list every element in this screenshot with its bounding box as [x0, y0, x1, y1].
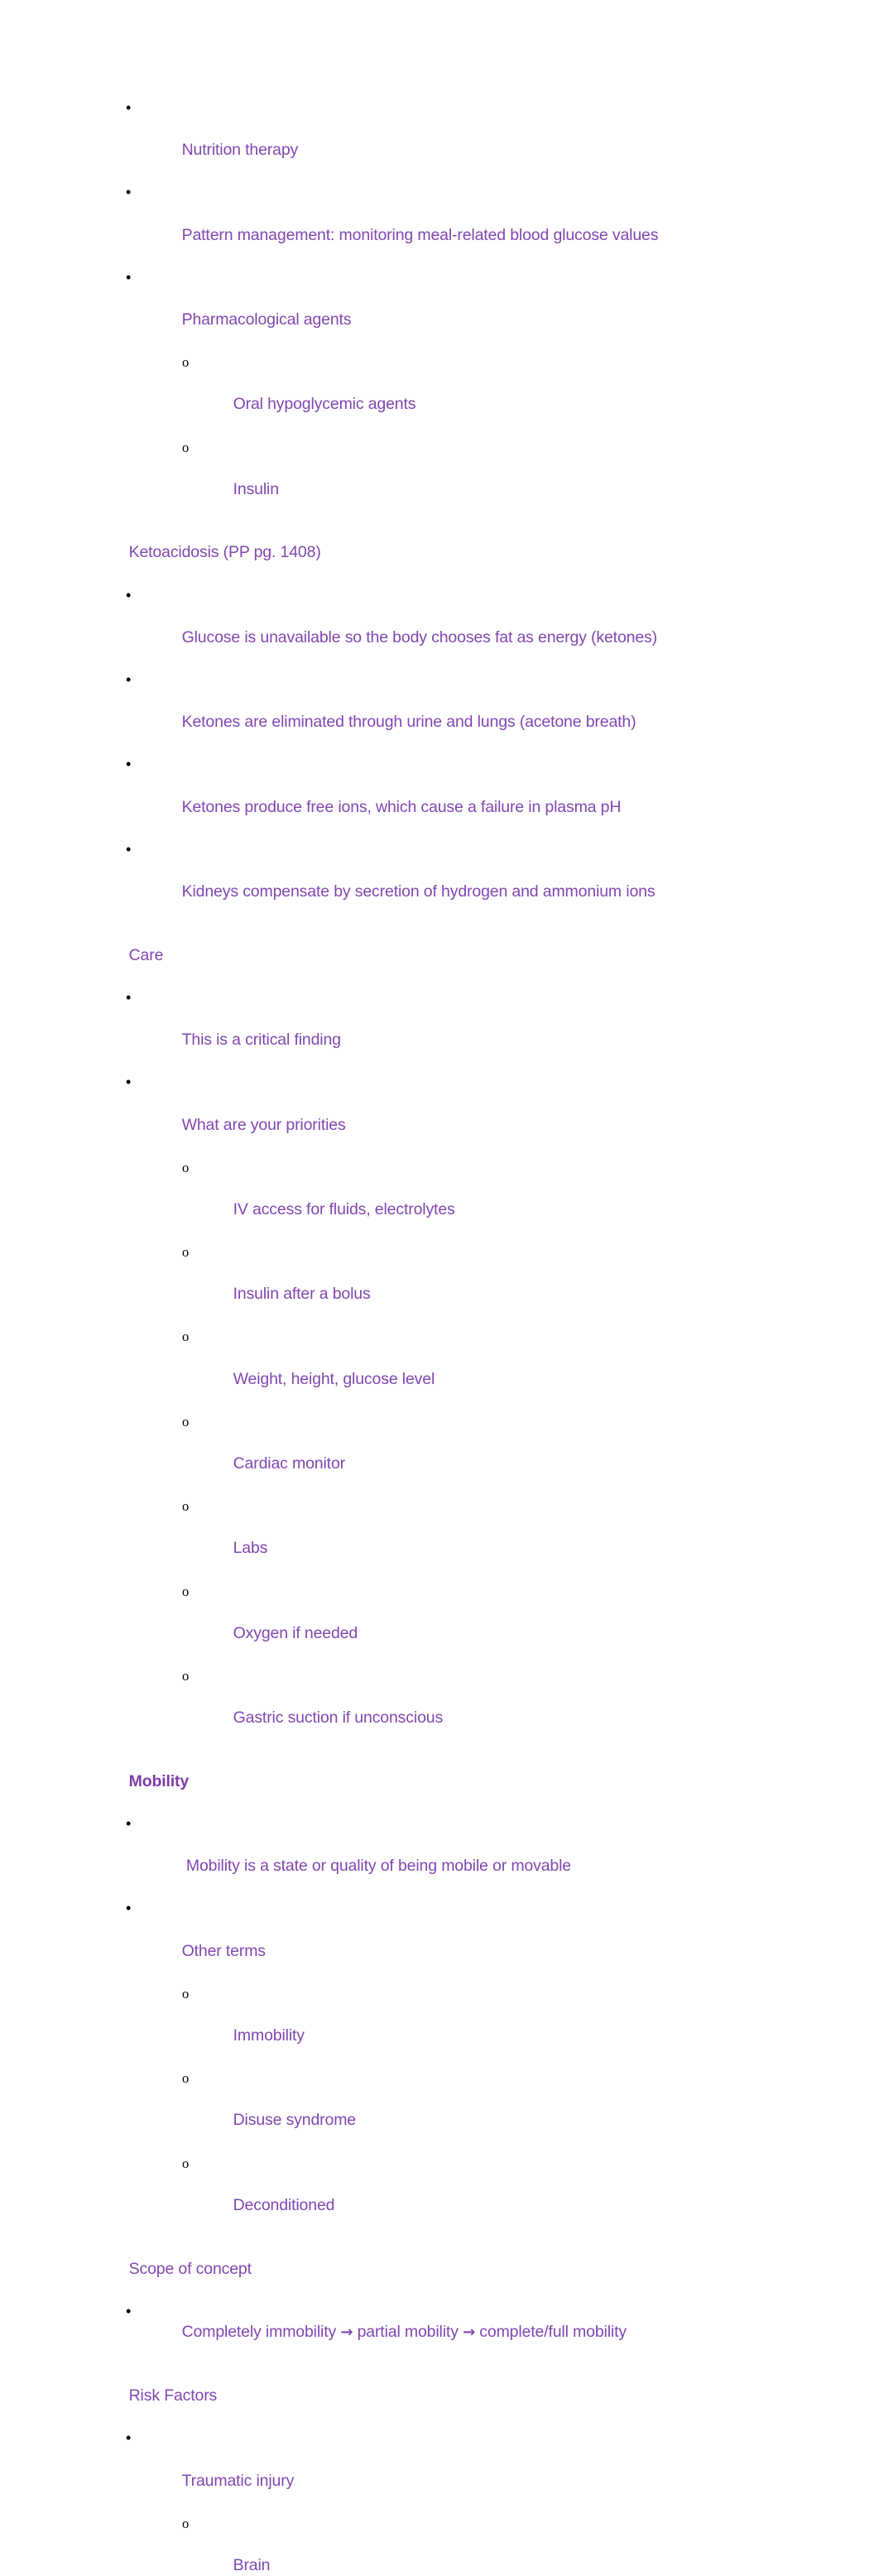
list-item: • Other terms	[103, 1898, 829, 1982]
sub-list-item-text: Disuse syndrome	[233, 2111, 357, 2130]
bullet-icon: •	[126, 99, 132, 116]
section-heading-mobility: Mobility	[103, 1750, 829, 1814]
sub-bullet-icon: o	[182, 1159, 190, 1175]
list-item-text: Ketones are eliminated through urine and…	[181, 713, 636, 732]
sub-bullet-icon: o	[182, 1985, 190, 2002]
bullet-icon: •	[126, 1074, 132, 1091]
sub-list-item-text: IV access for fluids, electrolytes	[233, 1199, 455, 1218]
section-heading-risk-factors: Risk Factors	[103, 2365, 829, 2429]
sub-bullet-icon: o	[182, 2070, 190, 2087]
arrow-right-icon: →	[340, 2324, 353, 2342]
bullet-icon: •	[126, 1815, 132, 1833]
sub-bullet-icon: o	[182, 2155, 190, 2171]
sub-list-item: o Immobility	[103, 1983, 829, 2068]
list-item-mobility-progression: • Completely immobility → partial mobilit…	[103, 2301, 829, 2365]
list-item: • Nutrition therapy	[103, 98, 829, 182]
list-item: • This is a critical finding	[103, 988, 829, 1072]
sub-list-item-text: Cardiac monitor	[233, 1454, 346, 1473]
bullet-icon: •	[126, 184, 132, 201]
list-item: • Pattern management: monitoring meal-re…	[103, 182, 829, 267]
bullet-icon: •	[126, 756, 132, 773]
document-body: • Nutrition therapy • Pattern management…	[0, 98, 879, 2576]
sub-list-item: o Deconditioned	[103, 2153, 829, 2237]
list-item-text: Ketones produce free ions, which cause a…	[181, 797, 622, 816]
list-item: • Glucose is unavailable so the body cho…	[103, 585, 829, 670]
bullet-icon: •	[126, 1900, 132, 1917]
sub-list-item: o Insulin	[103, 437, 829, 521]
list-item: • Mobility is a state or quality of bein…	[103, 1814, 829, 1898]
bullet-icon: •	[126, 2302, 132, 2319]
section-heading-care: Care	[103, 924, 829, 988]
list-item-text: Traumatic injury	[181, 2471, 295, 2490]
sub-list-item: o Oral hypoglycemic agents	[103, 352, 829, 436]
sub-bullet-icon: o	[182, 1583, 190, 1599]
list-item-text: Other terms	[181, 1941, 266, 1960]
sub-list-item: o Gastric suction if unconscious	[103, 1665, 829, 1750]
heading-text: Ketoacidosis (PP pg. 1408)	[128, 543, 321, 562]
sub-bullet-icon: o	[182, 1329, 190, 1345]
sub-list-item-text: Brain	[233, 2555, 271, 2574]
sub-list-item: o Insulin after a bolus	[103, 1242, 829, 1326]
progression-stage-1: Completely immobility	[181, 2323, 341, 2342]
list-item-text: Pattern management: monitoring meal-rela…	[181, 225, 659, 244]
heading-text: Risk Factors	[128, 2386, 218, 2405]
sub-list-item: o Oxygen if needed	[103, 1581, 829, 1665]
sub-list-item-text: Immobility	[233, 2026, 305, 2045]
document-page: • Nutrition therapy • Pattern management…	[0, 0, 879, 2574]
sub-list-item-text: Weight, height, glucose level	[233, 1369, 435, 1388]
sub-list-item-text: Gastric suction if unconscious	[233, 1709, 444, 1728]
sub-bullet-icon: o	[182, 439, 190, 455]
list-item-text: Nutrition therapy	[181, 141, 299, 160]
list-item: • Ketones are eliminated through urine a…	[103, 670, 829, 754]
list-item-text: Glucose is unavailable so the body choos…	[181, 627, 658, 646]
sub-list-item: o Labs	[103, 1496, 829, 1580]
heading-text: Care	[128, 945, 164, 964]
list-item-text: What are your priorities	[181, 1115, 346, 1134]
sub-list-item-text: Oral hypoglycemic agents	[233, 395, 416, 414]
sub-list-item: o IV access for fluids, electrolytes	[103, 1157, 829, 1242]
list-item-text: Kidneys compensate by secretion of hydro…	[181, 882, 656, 901]
sub-bullet-icon: o	[182, 2515, 190, 2531]
list-item: • Ketones produce free ions, which cause…	[103, 754, 829, 839]
sub-bullet-icon: o	[182, 1667, 190, 1684]
sub-bullet-icon: o	[182, 1244, 190, 1261]
bullet-icon: •	[126, 671, 132, 689]
bullet-icon: •	[126, 586, 132, 603]
list-item-text: This is a critical finding	[181, 1031, 341, 1050]
list-item-text: Pharmacological agents	[181, 310, 352, 329]
section-heading-scope-of-concept: Scope of concept	[103, 2237, 829, 2301]
heading-text: Mobility	[128, 1771, 190, 1790]
sub-list-item-text: Oxygen if needed	[233, 1623, 358, 1642]
progression-stage-2: partial mobility	[353, 2323, 464, 2342]
sub-bullet-icon: o	[182, 1413, 190, 1430]
sub-list-item-text: Deconditioned	[233, 2195, 335, 2214]
section-heading-ketoacidosis: Ketoacidosis (PP pg. 1408)	[103, 521, 829, 585]
bullet-icon: •	[126, 2429, 132, 2447]
sub-list-item: o Disuse syndrome	[103, 2068, 829, 2152]
bullet-icon: •	[126, 840, 132, 858]
list-item: • Kidneys compensate by secretion of hyd…	[103, 839, 829, 924]
sub-list-item-text: Insulin	[233, 479, 279, 498]
heading-text: Scope of concept	[128, 2259, 252, 2278]
sub-list-item: o Brain	[103, 2513, 829, 2576]
list-item: • Traumatic injury	[103, 2428, 829, 2512]
arrow-right-icon: →	[463, 2324, 475, 2342]
progression-stage-3: complete/full mobility	[475, 2323, 627, 2342]
sub-list-item: o Weight, height, glucose level	[103, 1326, 829, 1411]
bullet-icon: •	[126, 988, 132, 1006]
list-item-text: Mobility is a state or quality of being …	[181, 1857, 571, 1876]
list-item: • Pharmacological agents	[103, 267, 829, 352]
sub-list-item: o Cardiac monitor	[103, 1411, 829, 1496]
sub-bullet-icon: o	[182, 1498, 190, 1515]
sub-list-item-text: Labs	[233, 1539, 268, 1558]
list-item: • What are your priorities	[103, 1072, 829, 1156]
bullet-icon: •	[126, 268, 132, 286]
sub-bullet-icon: o	[182, 354, 190, 371]
